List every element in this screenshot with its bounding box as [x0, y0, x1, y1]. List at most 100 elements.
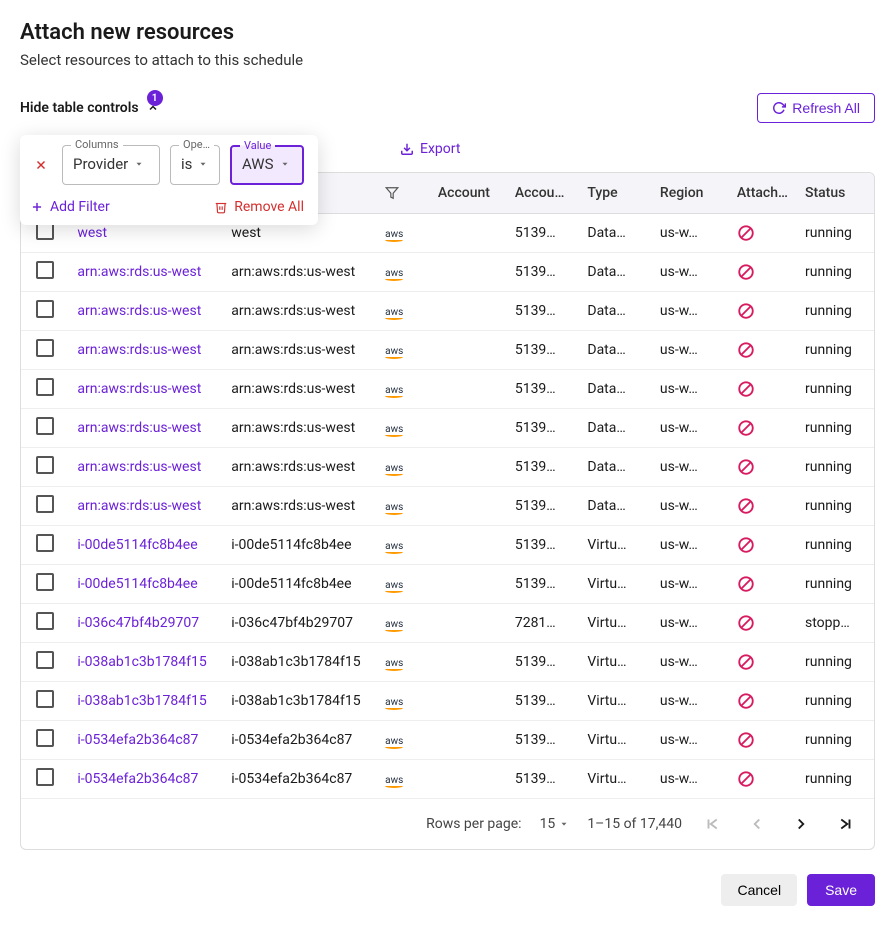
type-cell: Data… — [579, 370, 652, 409]
table-row: arn:aws:rds:us-westarn:aws:rds:us-westaw… — [21, 292, 874, 331]
type-cell: Virtu… — [579, 526, 652, 565]
column-type[interactable]: Type — [579, 173, 652, 214]
row-checkbox[interactable] — [36, 729, 54, 747]
resource-name: arn:aws:rds:us-west — [223, 292, 377, 331]
not-attached-icon — [737, 497, 789, 515]
resource-link[interactable]: arn:aws:rds:us-west — [69, 331, 223, 370]
resource-link[interactable]: arn:aws:rds:us-west — [69, 370, 223, 409]
chevron-down-icon — [280, 159, 290, 169]
row-checkbox[interactable] — [36, 261, 54, 279]
region-cell: us-w… — [652, 409, 729, 448]
region-cell: us-w… — [652, 643, 729, 682]
type-cell: Virtu… — [579, 604, 652, 643]
export-label: Export — [420, 141, 460, 157]
next-page-button[interactable] — [788, 811, 814, 837]
aws-logo-icon: aws — [385, 229, 403, 242]
table-row: i-0534efa2b364c87i-0534efa2b364c87aws513… — [21, 760, 874, 799]
resource-link[interactable]: i-00de5114fc8b4ee — [69, 565, 223, 604]
account-id-cell: 5139… — [507, 682, 580, 721]
save-button[interactable]: Save — [807, 874, 875, 906]
prev-page-button[interactable] — [744, 811, 770, 837]
export-button[interactable]: Export — [400, 141, 460, 157]
column-filter-header[interactable] — [377, 173, 430, 214]
filter-operator-value: is — [181, 155, 192, 173]
first-page-button[interactable] — [700, 811, 726, 837]
not-attached-icon — [737, 224, 789, 242]
row-checkbox[interactable] — [36, 768, 54, 786]
status-cell: stopp… — [797, 604, 874, 643]
resource-link[interactable]: i-00de5114fc8b4ee — [69, 526, 223, 565]
provider-cell: aws — [377, 682, 430, 721]
row-checkbox[interactable] — [36, 417, 54, 435]
account-id-cell: 5139… — [507, 409, 580, 448]
provider-cell: aws — [377, 370, 430, 409]
region-cell: us-w… — [652, 721, 729, 760]
status-cell: running — [797, 253, 874, 292]
resource-link[interactable]: i-0534efa2b364c87 — [69, 721, 223, 760]
resource-link[interactable]: arn:aws:rds:us-west — [69, 487, 223, 526]
add-filter-button[interactable]: Add Filter — [30, 199, 110, 215]
refresh-all-button[interactable]: Refresh All — [757, 93, 875, 123]
resource-link[interactable]: arn:aws:rds:us-west — [69, 253, 223, 292]
status-cell: running — [797, 682, 874, 721]
account-id-cell: 5139… — [507, 292, 580, 331]
account-id-cell: 5139… — [507, 526, 580, 565]
column-account[interactable]: Account — [430, 173, 507, 214]
row-checkbox[interactable] — [36, 651, 54, 669]
resource-name: arn:aws:rds:us-west — [223, 409, 377, 448]
resource-link[interactable]: i-0534efa2b364c87 — [69, 760, 223, 799]
row-checkbox[interactable] — [36, 339, 54, 357]
resource-link[interactable]: arn:aws:rds:us-west — [69, 292, 223, 331]
column-account-id[interactable]: Accou… — [507, 173, 580, 214]
type-cell: Virtu… — [579, 760, 652, 799]
region-cell: us-w… — [652, 253, 729, 292]
not-attached-icon — [737, 575, 789, 593]
resource-link[interactable]: arn:aws:rds:us-west — [69, 409, 223, 448]
filter-columns-select[interactable]: Columns Provider — [62, 145, 160, 185]
rows-per-page-select[interactable]: 15 — [540, 816, 570, 832]
filter-operator-label: Ope… — [179, 138, 214, 151]
filter-operator-select[interactable]: Ope… is — [170, 145, 220, 185]
attached-cell — [729, 682, 797, 721]
type-cell: Data… — [579, 331, 652, 370]
resource-link[interactable]: i-036c47bf4b29707 — [69, 604, 223, 643]
row-checkbox[interactable] — [36, 612, 54, 630]
remove-filter-row-button[interactable] — [30, 158, 52, 172]
account-cell — [430, 214, 507, 253]
table-row: arn:aws:rds:us-westarn:aws:rds:us-westaw… — [21, 370, 874, 409]
resource-link[interactable]: arn:aws:rds:us-west — [69, 448, 223, 487]
account-cell — [430, 760, 507, 799]
resource-link[interactable]: i-038ab1c3b1784f15 — [69, 643, 223, 682]
attached-cell — [729, 448, 797, 487]
row-checkbox[interactable] — [36, 534, 54, 552]
row-checkbox[interactable] — [36, 378, 54, 396]
remove-all-filters-button[interactable]: Remove All — [214, 199, 304, 215]
resource-name: i-0534efa2b364c87 — [223, 760, 377, 799]
row-checkbox[interactable] — [36, 573, 54, 591]
account-cell — [430, 370, 507, 409]
filter-value-select[interactable]: Value AWS — [230, 145, 304, 185]
not-attached-icon — [737, 770, 789, 788]
filter-icon — [385, 186, 399, 200]
attached-cell — [729, 604, 797, 643]
cancel-button[interactable]: Cancel — [721, 874, 797, 906]
type-cell: Data… — [579, 487, 652, 526]
row-checkbox[interactable] — [36, 495, 54, 513]
resource-name: i-036c47bf4b29707 — [223, 604, 377, 643]
table-row: i-0534efa2b364c87i-0534efa2b364c87aws513… — [21, 721, 874, 760]
toggle-table-controls[interactable]: Hide table controls 1 — [20, 100, 159, 116]
rows-per-page-value: 15 — [540, 816, 556, 832]
row-checkbox[interactable] — [36, 456, 54, 474]
region-cell: us-w… — [652, 760, 729, 799]
row-checkbox[interactable] — [36, 690, 54, 708]
aws-logo-icon: aws — [385, 736, 403, 749]
filter-value-value: AWS — [242, 155, 274, 173]
last-page-button[interactable] — [832, 811, 858, 837]
row-checkbox[interactable] — [36, 300, 54, 318]
column-region[interactable]: Region — [652, 173, 729, 214]
column-status[interactable]: Status — [797, 173, 874, 214]
provider-cell: aws — [377, 409, 430, 448]
region-cell: us-w… — [652, 682, 729, 721]
column-attached[interactable]: Attach… — [729, 173, 797, 214]
resource-link[interactable]: i-038ab1c3b1784f15 — [69, 682, 223, 721]
